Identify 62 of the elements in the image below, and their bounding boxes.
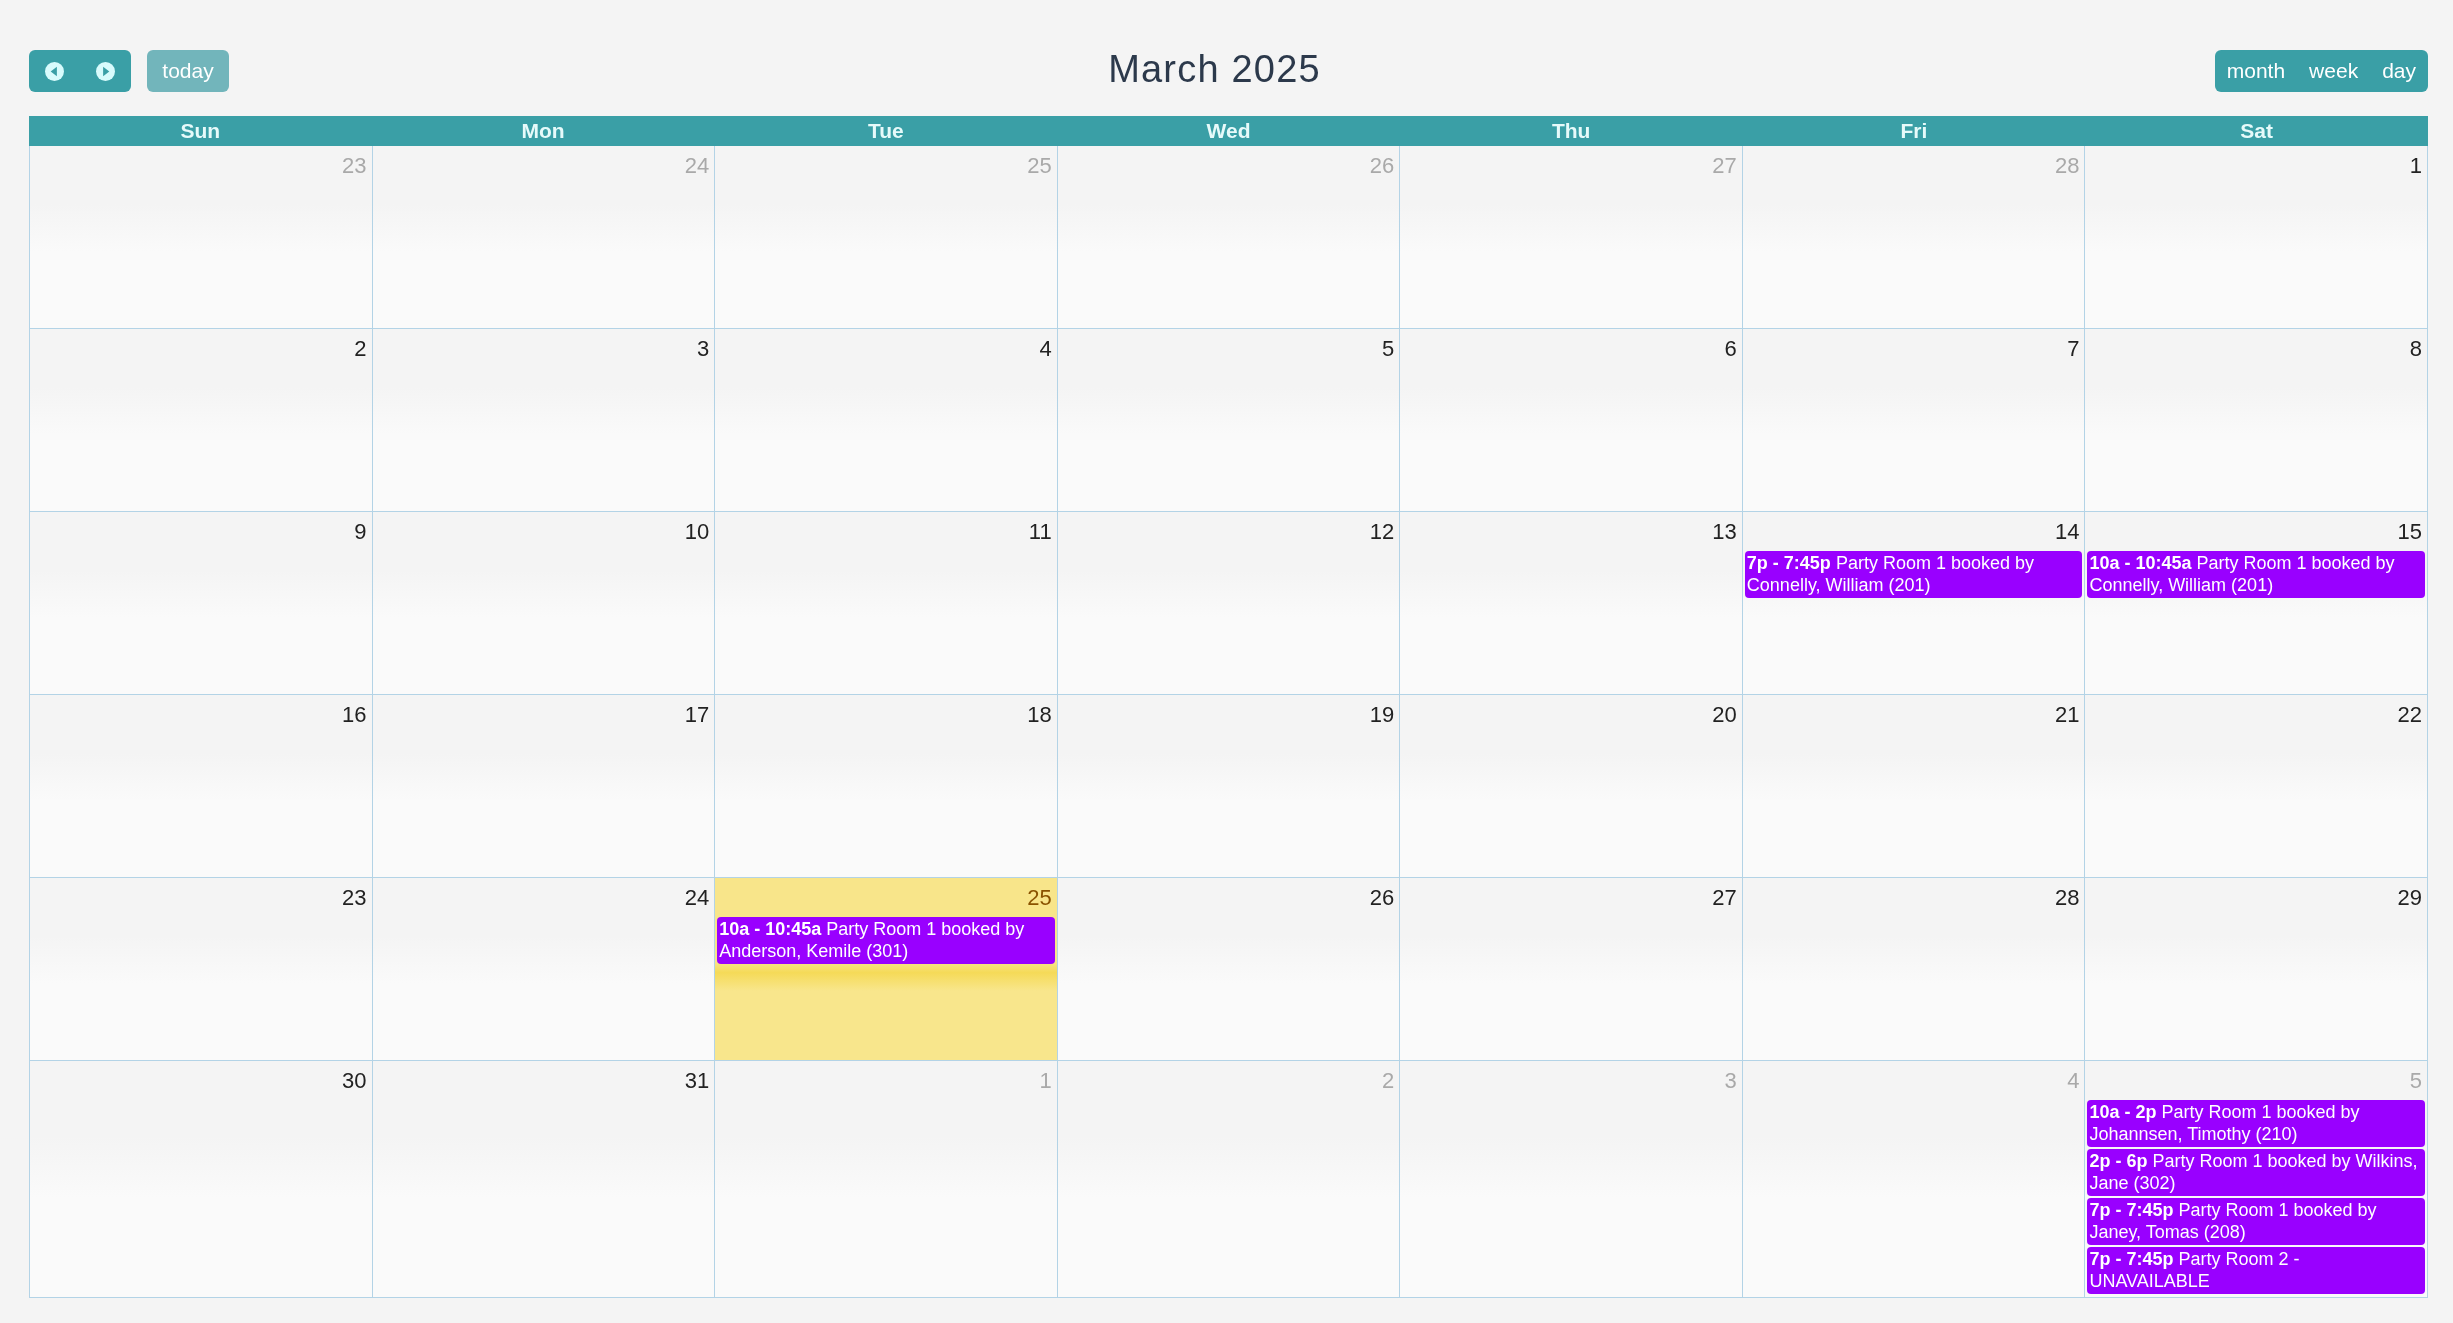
day-number: 31 bbox=[683, 1067, 711, 1095]
day-number: 24 bbox=[683, 884, 711, 912]
day-number: 11 bbox=[1027, 518, 1053, 546]
day-number: 22 bbox=[2396, 701, 2423, 729]
day-number: 4 bbox=[1038, 335, 1053, 363]
weekday-header: Sat bbox=[2085, 116, 2428, 146]
view-button[interactable]: day bbox=[2370, 50, 2428, 92]
day-number: 23 bbox=[341, 152, 368, 180]
day-number: 28 bbox=[2053, 152, 2081, 180]
calendar-event[interactable]: 10a - 2p Party Room 1 booked by Johannsen, Timothy (210) bbox=[2087, 1100, 2425, 1147]
day-number: 9 bbox=[353, 518, 368, 546]
day-number: 4 bbox=[2066, 1067, 2081, 1095]
day-number: 20 bbox=[1711, 701, 1738, 729]
day-number: 30 bbox=[341, 1067, 368, 1095]
day-number: 2 bbox=[1381, 1067, 1396, 1095]
day-number: 10 bbox=[683, 518, 711, 546]
day-number: 26 bbox=[1368, 152, 1396, 180]
day-number: 5 bbox=[1381, 335, 1396, 363]
day-number: 12 bbox=[1368, 518, 1396, 546]
day-number: 1 bbox=[1038, 1067, 1053, 1095]
day-number: 24 bbox=[683, 152, 711, 180]
day-number: 26 bbox=[1368, 884, 1396, 912]
day-number: 18 bbox=[1026, 701, 1053, 729]
next-button[interactable] bbox=[80, 50, 131, 92]
day-number: 8 bbox=[2408, 335, 2423, 363]
day-number: 17 bbox=[683, 701, 711, 729]
view-button[interactable]: week bbox=[2297, 50, 2371, 92]
day-number: 25 bbox=[1026, 152, 1053, 180]
calendar-event[interactable]: 10a - 10:45a Party Room 1 booked by Connelly, William (201) bbox=[2087, 551, 2425, 598]
weekday-header: Mon bbox=[371, 116, 715, 146]
day-number: 28 bbox=[2053, 884, 2081, 912]
day-number: 14 bbox=[2053, 518, 2081, 546]
day-number: 25 bbox=[1026, 884, 1053, 912]
day-number: 21 bbox=[2053, 701, 2081, 729]
day-number: 13 bbox=[1711, 518, 1738, 546]
day-number: 16 bbox=[341, 701, 368, 729]
calendar-event[interactable]: 10a - 10:45a Party Room 1 booked by Anderson, Kemile (301) bbox=[717, 917, 1055, 964]
weekday-header: Sun bbox=[29, 116, 372, 146]
day-number: 19 bbox=[1368, 701, 1396, 729]
day-number: 15 bbox=[2396, 518, 2423, 546]
weekday-header: Tue bbox=[714, 116, 1058, 146]
calendar-event[interactable]: 7p - 7:45p Party Room 1 booked by Janey, Tomas (208) bbox=[2087, 1198, 2425, 1245]
view-button[interactable]: month bbox=[2214, 50, 2298, 92]
day-number: 23 bbox=[341, 884, 368, 912]
day-number: 27 bbox=[1711, 884, 1738, 912]
day-number: 27 bbox=[1711, 152, 1738, 180]
previous-button[interactable] bbox=[29, 50, 80, 92]
day-number: 3 bbox=[1723, 1067, 1738, 1095]
calendar-event[interactable]: 7p - 7:45p Party Room 1 booked by Connelly, William (201) bbox=[1744, 551, 2083, 598]
day-number: 7 bbox=[2066, 335, 2081, 363]
day-number: 3 bbox=[695, 335, 711, 363]
weekday-header: Fri bbox=[1742, 116, 2086, 146]
day-number: 2 bbox=[353, 335, 368, 363]
calendar-event[interactable]: 2p - 6p Party Room 1 booked by Wilkins, Jane (302) bbox=[2087, 1149, 2425, 1196]
calendar-event[interactable]: 7p - 7:45p Party Room 2 - UNAVAILABLE bbox=[2087, 1247, 2425, 1294]
weekday-header: Wed bbox=[1057, 116, 1400, 146]
calendar-title: March 2025 bbox=[1108, 47, 1321, 91]
day-number: 6 bbox=[1723, 335, 1738, 363]
day-number: 1 bbox=[2408, 152, 2423, 180]
day-number: 5 bbox=[2408, 1067, 2423, 1095]
day-number: 29 bbox=[2396, 884, 2423, 912]
weekday-header: Thu bbox=[1399, 116, 1743, 146]
